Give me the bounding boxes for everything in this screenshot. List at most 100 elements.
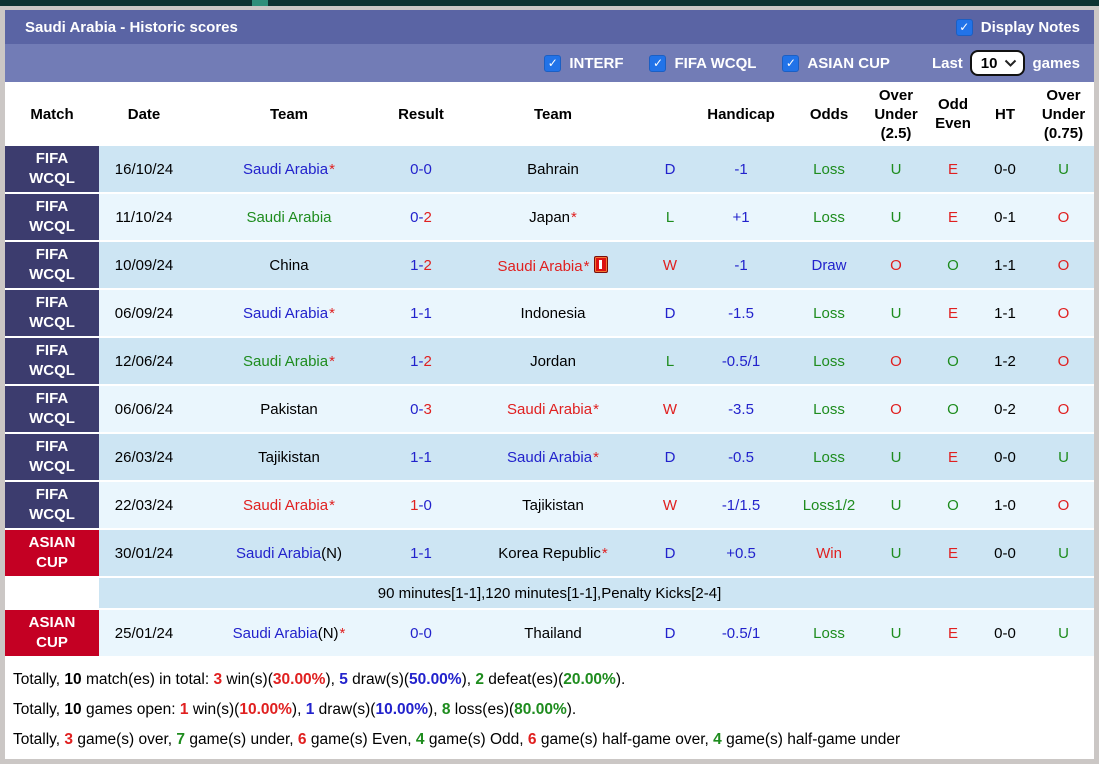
away-team-name[interactable]: Saudi Arabia	[498, 258, 583, 275]
home-team-cell: Saudi Arabia(N)	[189, 530, 389, 578]
home-team-name[interactable]: China	[269, 257, 308, 274]
totals-line-2: Totally, 10 games open: 1 win(s)(10.00%)…	[13, 695, 1086, 725]
totals-segment: ),	[461, 671, 476, 688]
last-label: Last	[931, 54, 963, 72]
home-team-name[interactable]: Pakistan	[260, 401, 318, 418]
table-row: FIFA WCQL 11/10/24 Saudi Arabia 0-2 Japan* L +…	[5, 194, 1094, 242]
ht-cell: 0-2	[977, 386, 1033, 434]
col-result: Result	[389, 82, 453, 146]
home-team-cell: Saudi Arabia*	[189, 338, 389, 386]
result-cell: 1-1	[389, 530, 453, 578]
result-cell: 0-0	[389, 610, 453, 658]
neutral-venue-mark: (N)	[321, 544, 342, 562]
match-note-row: 90 minutes[1-1],120 minutes[1-1],Penalty…	[5, 578, 1094, 610]
home-star-mark: *	[583, 257, 590, 275]
date-cell: 22/03/24	[99, 482, 189, 530]
away-team-name[interactable]: Japan	[529, 209, 570, 226]
totals-segment: 7	[176, 731, 186, 748]
home-team-cell: Saudi Arabia*	[189, 482, 389, 530]
over-under-2-5-cell: U	[863, 482, 929, 530]
check-icon: ✓	[959, 20, 970, 34]
totals-segment: game(s) over,	[73, 731, 177, 748]
table-row: FIFA WCQL 22/03/24 Saudi Arabia* 1-0 Tajikis…	[5, 482, 1094, 530]
home-star-mark: *	[329, 496, 335, 514]
away-team-name[interactable]: Tajikistan	[522, 497, 584, 514]
filter-label: INTERF	[569, 54, 624, 72]
ht-cell: 0-0	[977, 530, 1033, 578]
filter-label: FIFA WCQL	[674, 54, 757, 72]
filter-asian-cup[interactable]: ✓ ASIAN CUP	[782, 54, 890, 72]
filter-interf[interactable]: ✓ INTERF	[544, 54, 624, 72]
home-star-mark: *	[329, 160, 335, 178]
display-notes-checkbox[interactable]: ✓	[955, 18, 973, 36]
result-cell: 1-2	[389, 242, 453, 290]
home-team-name[interactable]: Saudi Arabia	[246, 209, 331, 226]
home-team-name[interactable]: Saudi Arabia	[243, 161, 328, 178]
handicap-cell: -0.5/1	[687, 338, 795, 386]
last-games-select[interactable]: 10	[969, 50, 1026, 76]
totals-segment: ),	[291, 701, 306, 718]
checkbox-icon[interactable]: ✓	[649, 54, 667, 72]
col-date: Date	[99, 82, 189, 146]
home-star-mark: *	[593, 400, 599, 418]
games-label: games	[1032, 54, 1080, 72]
home-score: 0	[410, 400, 419, 418]
totals-segment: 1	[179, 701, 189, 718]
totals-segment: win(s)(	[188, 701, 240, 718]
result-cell: 0-2	[389, 194, 453, 242]
col-over-under-2-5: Over Under (2.5)	[863, 82, 929, 146]
checkbox-icon[interactable]: ✓	[544, 54, 562, 72]
home-team-name[interactable]: Saudi Arabia	[243, 305, 328, 322]
totals-segment: game(s) Odd,	[424, 731, 528, 748]
odd-even-cell: E	[929, 610, 977, 658]
ht-cell: 0-0	[977, 146, 1033, 194]
checkbox-icon[interactable]: ✓	[782, 54, 800, 72]
away-team-name[interactable]: Thailand	[524, 625, 582, 642]
totals-segment: game(s) half-game over,	[536, 731, 714, 748]
home-score: 0	[410, 208, 419, 226]
home-team-name[interactable]: Saudi Arabia	[236, 545, 321, 562]
totals-segment: 4	[713, 731, 722, 748]
wdl-cell: D	[653, 610, 687, 658]
totals-summary: Totally, 10 match(es) in total: 3 win(s)…	[5, 658, 1094, 759]
odds-cell: Loss	[795, 290, 863, 338]
filter-fifa-wcql[interactable]: ✓ FIFA WCQL	[649, 54, 757, 72]
col-team-1: Team	[189, 82, 389, 146]
over-under-0-75-cell: O	[1033, 482, 1094, 530]
ht-cell: 1-2	[977, 338, 1033, 386]
odd-even-cell: E	[929, 146, 977, 194]
handicap-cell: -1	[687, 146, 795, 194]
col-match: Match	[5, 82, 99, 146]
over-under-2-5-cell: U	[863, 434, 929, 482]
home-team-name[interactable]: Saudi Arabia	[243, 497, 328, 514]
totals-segment: 10	[64, 701, 82, 718]
away-team-name[interactable]: Indonesia	[520, 305, 585, 322]
away-team-name[interactable]: Jordan	[530, 353, 576, 370]
odd-even-cell: O	[929, 386, 977, 434]
col-over-under-0-75: Over Under (0.75)	[1033, 82, 1094, 146]
away-team-name[interactable]: Korea Republic	[498, 545, 601, 562]
away-score: 0	[423, 160, 432, 178]
away-team-name[interactable]: Saudi Arabia	[507, 401, 592, 418]
competition-badge: FIFA WCQL	[5, 290, 99, 338]
away-team-cell: Jordan	[453, 338, 653, 386]
totals-segment: 2	[475, 671, 484, 688]
browser-top-strip	[0, 0, 1099, 6]
totals-segment: Totally,	[13, 701, 65, 718]
totals-segment: game(s) under,	[185, 731, 298, 748]
totals-segment: games open:	[81, 701, 180, 718]
home-team-cell: Pakistan	[189, 386, 389, 434]
competition-badge: FIFA WCQL	[5, 338, 99, 386]
col-odds: Odds	[795, 82, 863, 146]
over-under-0-75-cell: U	[1033, 610, 1094, 658]
table-header: Match Date Team Result Team Handicap Odds Over …	[5, 82, 1094, 146]
result-cell: 0-3	[389, 386, 453, 434]
home-team-name[interactable]: Saudi Arabia	[243, 353, 328, 370]
away-team-cell: Korea Republic*	[453, 530, 653, 578]
display-notes-toggle[interactable]: ✓ Display Notes	[955, 18, 1080, 36]
home-score: 1	[410, 256, 419, 274]
away-team-name[interactable]: Saudi Arabia	[507, 449, 592, 466]
home-team-name[interactable]: Tajikistan	[258, 449, 320, 466]
away-team-name[interactable]: Bahrain	[527, 161, 579, 178]
home-team-name[interactable]: Saudi Arabia	[233, 625, 318, 642]
